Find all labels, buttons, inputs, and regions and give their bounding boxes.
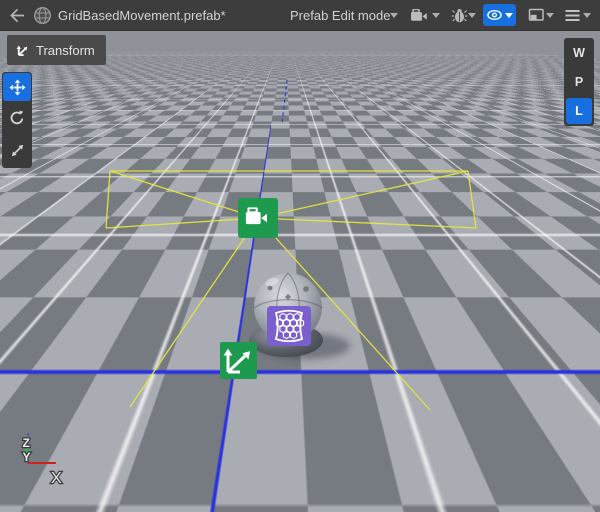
move-icon: [9, 79, 26, 96]
triad-z-label: Z: [23, 436, 30, 450]
picture-in-picture-icon: [528, 7, 545, 23]
topbar: GridBasedMovement.prefab* Prefab Edit mo…: [0, 0, 600, 31]
transform-button-label: Transform: [36, 43, 95, 58]
debug-caret[interactable]: [468, 0, 476, 30]
eye-icon: [486, 8, 503, 22]
chevron-down-icon: [583, 13, 591, 18]
layout-caret[interactable]: [546, 0, 554, 30]
prefab-mode-dropdown[interactable]: Prefab Edit mode: [290, 0, 390, 30]
scale-tool-button[interactable]: [4, 137, 30, 163]
chevron-down-icon: [432, 13, 440, 18]
menu-button[interactable]: [565, 0, 580, 30]
tool-strip: [2, 72, 32, 168]
move-tool-button[interactable]: [3, 73, 31, 101]
chevron-down-icon: [546, 13, 554, 18]
bug-dropdown-icon: [451, 7, 468, 24]
camera-gizmo[interactable]: [238, 198, 278, 238]
back-button[interactable]: [9, 0, 26, 30]
chevron-down-icon: [390, 13, 398, 18]
chevron-down-icon: [505, 13, 513, 18]
triad-y-label: Y: [23, 450, 31, 464]
triad-x-label: X: [51, 470, 62, 487]
back-arrow-icon: [9, 8, 26, 23]
globe-icon: [33, 6, 52, 25]
gizmo-overlay: Z Y X: [0, 30, 600, 512]
hex-mesh-badge[interactable]: [267, 306, 311, 346]
view-button-p[interactable]: P: [566, 69, 592, 95]
layout-button[interactable]: [528, 0, 545, 30]
camera-dropdown-icon: [410, 7, 429, 23]
z-axis-dashed-segment: [282, 80, 287, 124]
debug-button[interactable]: [451, 0, 468, 30]
prefab-mode-caret[interactable]: [390, 0, 398, 30]
chevron-down-icon: [468, 13, 476, 18]
prefab-scene-icon-wrap: [33, 0, 52, 30]
view-mode-strip: W P L: [564, 38, 594, 126]
rotate-tool-button[interactable]: [4, 105, 30, 131]
camera-settings-caret[interactable]: [432, 0, 440, 30]
axis-triad: Z Y X: [23, 433, 63, 487]
camera-settings-button[interactable]: [410, 0, 429, 30]
menu-caret[interactable]: [583, 0, 591, 30]
visibility-button-active[interactable]: [483, 4, 516, 26]
prefab-title: GridBasedMovement.prefab*: [58, 8, 226, 23]
scene-viewport[interactable]: Z Y X: [0, 30, 600, 512]
transform-icon: [15, 43, 30, 58]
prefab-mode-label: Prefab Edit mode: [290, 8, 390, 23]
view-button-w[interactable]: W: [566, 40, 592, 66]
hamburger-icon: [565, 9, 580, 22]
prefab-edit-view: { "topbar": { "title": "GridBasedMovemen…: [0, 0, 600, 512]
scale-icon: [10, 143, 25, 158]
transform-gizmo-button[interactable]: Transform: [7, 35, 106, 65]
view-button-l[interactable]: L: [566, 98, 592, 124]
transform-arrows-gizmo[interactable]: [220, 342, 257, 379]
rotate-icon: [9, 110, 25, 126]
